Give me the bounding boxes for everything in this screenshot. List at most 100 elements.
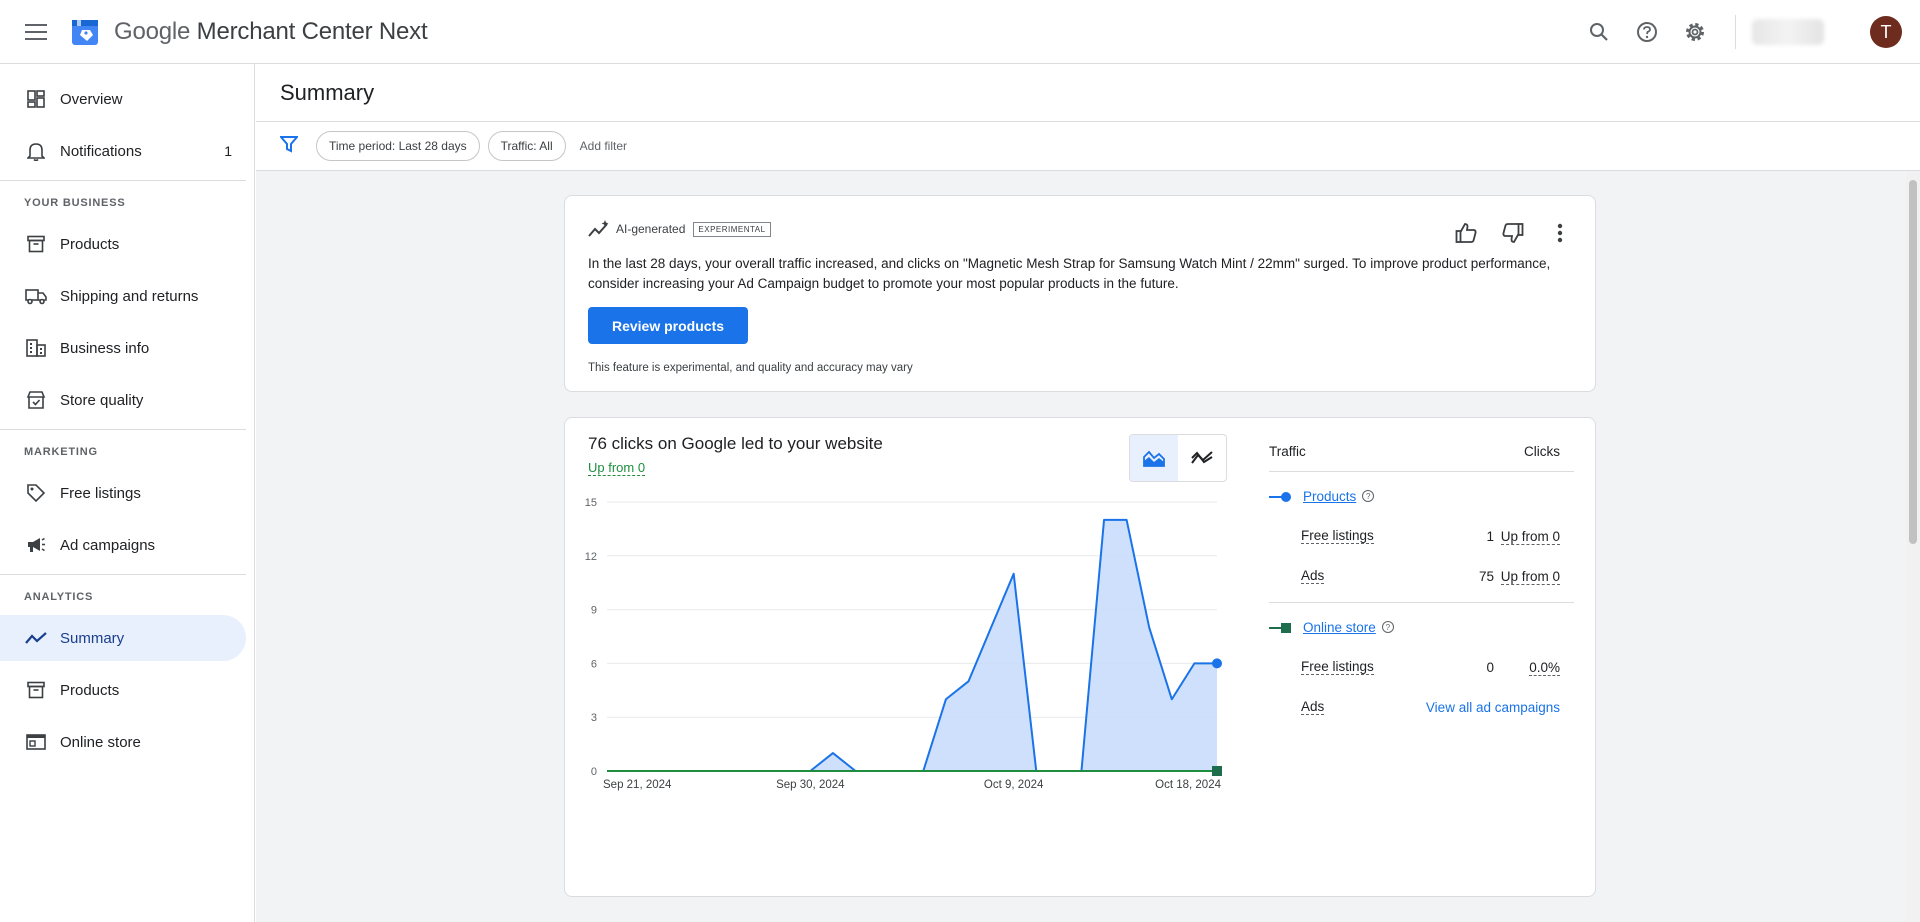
products-free-listings-change[interactable]: Up from 0 [1500, 528, 1560, 545]
nav-business-info[interactable]: Business info [0, 325, 246, 371]
nav-online-store[interactable]: Online store [0, 719, 246, 765]
nav-section-analytics: ANALYTICS [24, 591, 94, 603]
clicks-change-indicator[interactable]: Up from 0 [588, 460, 646, 476]
traffic-table-header: Traffic Clicks [1269, 432, 1574, 472]
products-traffic-link[interactable]: Products [1303, 489, 1356, 504]
online-store-traffic-link[interactable]: Online store [1303, 620, 1376, 635]
trending-up-icon [25, 627, 47, 649]
view-all-ad-campaigns-link[interactable]: View all ad campaigns [1426, 700, 1574, 715]
account-name-blurred[interactable] [1752, 19, 1824, 45]
thumbs-down-button[interactable] [1496, 216, 1530, 250]
archive-box-icon [25, 679, 47, 701]
settings-button[interactable] [1675, 12, 1715, 52]
nav-products-label: Products [60, 235, 120, 253]
nav-ad-campaigns[interactable]: Ad campaigns [0, 522, 246, 568]
clicks-column-header: Clicks [1524, 444, 1560, 459]
products-ads-clicks: 75 [1478, 568, 1494, 584]
thumbs-up-button[interactable] [1449, 216, 1483, 250]
line-chart-toggle[interactable] [1178, 435, 1226, 481]
y-tick-label: 0 [591, 766, 597, 778]
clicks-chart-card: 76 clicks on Google led to your website … [564, 417, 1596, 897]
products-help-icon[interactable]: ? [1362, 490, 1375, 502]
search-button[interactable] [1579, 12, 1619, 52]
online-store-free-listings-change[interactable]: 0.0% [1529, 659, 1560, 676]
online-store-legend-marker [1269, 621, 1293, 633]
account-avatar[interactable]: T [1870, 16, 1902, 48]
online-store-ads-label[interactable]: Ads [1301, 699, 1325, 715]
traffic-filter-chip[interactable]: Traffic: All [487, 131, 566, 161]
products-series-endpoint [1212, 658, 1222, 669]
nav-notifications-label: Notifications [60, 142, 142, 160]
online-store-ads-row: Ads View all ad campaigns [1269, 687, 1574, 727]
nav-business-info-label: Business info [60, 339, 150, 357]
dashboard-icon [25, 88, 47, 110]
nav-section-marketing: MARKETING [24, 446, 98, 458]
top-app-bar: Google Merchant Center Next T [0, 0, 1920, 64]
nav-products[interactable]: Products [0, 221, 246, 267]
y-tick-label: 6 [591, 658, 597, 670]
clicks-chart-title: 76 clicks on Google led to your website [588, 434, 883, 453]
archive-box-icon [25, 233, 47, 255]
nav-analytics-products-label: Products [60, 681, 120, 699]
help-icon [1637, 22, 1657, 42]
main-menu-button[interactable] [12, 8, 60, 56]
nav-ad-campaigns-label: Ad campaigns [60, 536, 156, 554]
x-tick-label: Sep 30, 2024 [776, 779, 845, 791]
nav-overview[interactable]: Overview [0, 76, 246, 122]
time-period-filter-label: Time period: Last 28 days [329, 139, 467, 153]
y-tick-label: 12 [585, 551, 597, 563]
nav-store-quality[interactable]: Store quality [0, 377, 246, 423]
ai-insight-card: AI-generated EXPERIMENTAL In the last 28… [564, 195, 1596, 392]
products-ads-label[interactable]: Ads [1301, 568, 1325, 584]
nav-notifications[interactable]: Notifications 1 [0, 128, 246, 174]
products-free-listings-clicks: 1 [1486, 528, 1494, 544]
nav-overview-label: Overview [60, 90, 123, 108]
more-vert-icon [1557, 223, 1563, 243]
review-products-button[interactable]: Review products [588, 307, 748, 344]
scrollbar-thumb[interactable] [1909, 180, 1917, 544]
products-ads-row: Ads 75 Up from 0 [1269, 556, 1574, 596]
nav-store-quality-label: Store quality [60, 391, 144, 409]
y-tick-label: 3 [591, 712, 597, 724]
y-tick-label: 15 [585, 497, 597, 509]
help-button[interactable] [1627, 12, 1667, 52]
nav-free-listings[interactable]: Free listings [0, 470, 246, 516]
truck-icon [25, 285, 47, 307]
filter-icon[interactable] [278, 135, 300, 158]
notifications-count: 1 [224, 143, 232, 159]
line-chart-icon [1191, 451, 1213, 464]
experimental-disclaimer: This feature is experimental, and qualit… [588, 362, 913, 374]
traffic-breakdown-table: Traffic Clicks Products ? Free listings … [1269, 432, 1574, 727]
menu-icon [25, 23, 47, 40]
nav-analytics-products[interactable]: Products [0, 667, 246, 713]
thumbs-down-icon [1502, 223, 1524, 243]
online-store-help-icon[interactable]: ? [1381, 621, 1394, 633]
nav-summary[interactable]: Summary [0, 615, 246, 661]
search-icon [1590, 23, 1608, 41]
area-chart-toggle[interactable] [1130, 435, 1178, 481]
products-ads-change[interactable]: Up from 0 [1500, 568, 1560, 585]
header-actions: T [1571, 0, 1920, 64]
chart-type-toggle [1129, 434, 1227, 482]
browser-window-icon [25, 731, 47, 753]
online-store-free-listings-label[interactable]: Free listings [1301, 659, 1374, 675]
time-period-filter-chip[interactable]: Time period: Last 28 days [316, 131, 480, 161]
more-options-button[interactable] [1543, 216, 1577, 250]
store-quality-icon [25, 389, 47, 411]
traffic-group-divider [1269, 602, 1574, 603]
brand-google: Google [114, 17, 191, 45]
products-free-listings-label[interactable]: Free listings [1301, 528, 1374, 544]
settings-icon [1686, 23, 1704, 41]
product-name: Google Merchant Center Next [114, 17, 428, 46]
nav-shipping-label: Shipping and returns [60, 287, 199, 305]
merchant-center-logo-icon [72, 19, 98, 45]
nav-shipping-and-returns[interactable]: Shipping and returns [0, 273, 246, 319]
ai-summary-text: In the last 28 days, your overall traffi… [588, 256, 1551, 291]
add-filter-button[interactable]: Add filter [580, 139, 627, 153]
ai-feedback-actions [1436, 216, 1577, 250]
online-store-free-listings-clicks: 0 [1486, 659, 1494, 675]
brand-product: Merchant Center Next [196, 17, 428, 45]
sparkle-trend-icon [588, 220, 609, 237]
x-tick-label: Oct 18, 2024 [1155, 779, 1221, 791]
products-series-area [607, 519, 1217, 771]
